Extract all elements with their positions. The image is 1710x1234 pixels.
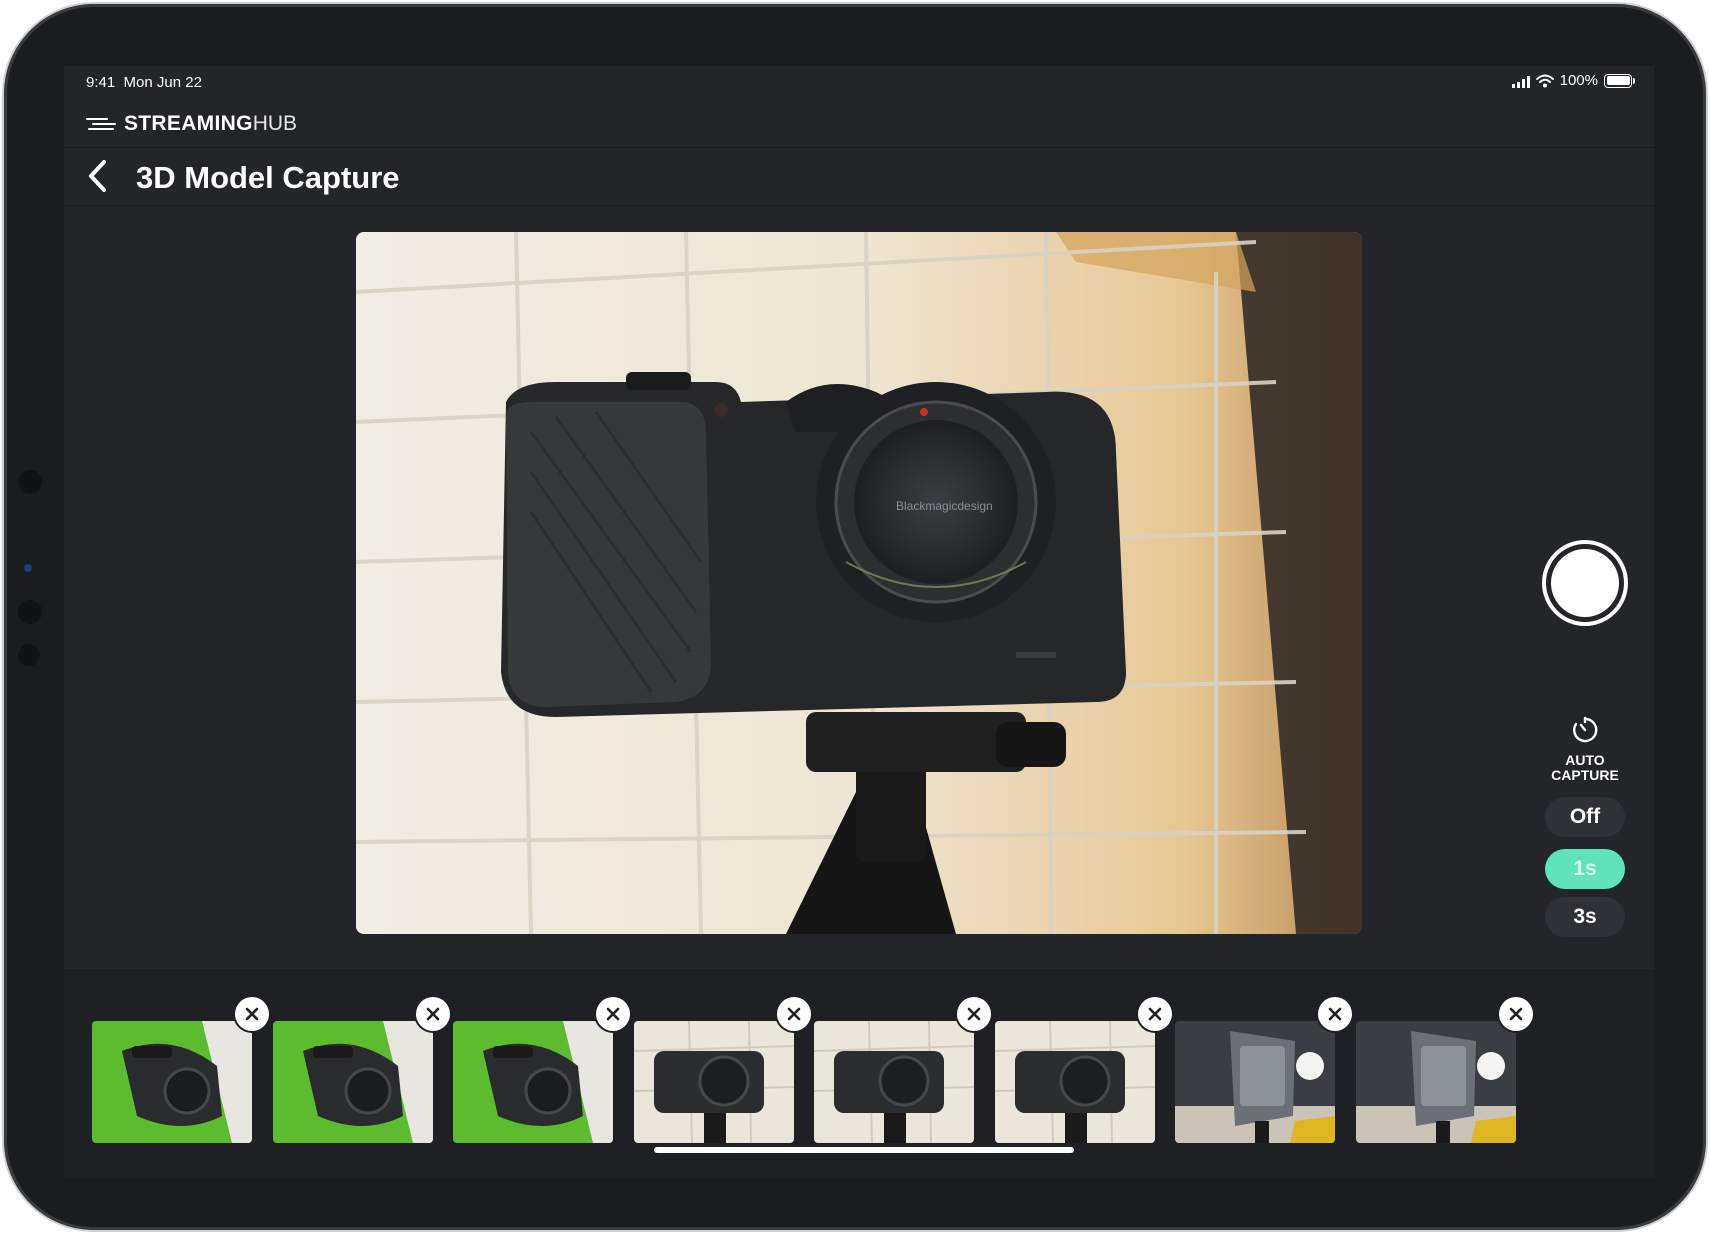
- captured-photo-thumbnail[interactable]: [453, 1021, 613, 1143]
- captured-photo-thumbnail[interactable]: [995, 1021, 1155, 1143]
- status-bar: 9:41 Mon Jun 22 100%: [64, 66, 1654, 102]
- remove-photo-button[interactable]: [1499, 997, 1533, 1031]
- captured-photo-thumbnail[interactable]: [814, 1021, 974, 1143]
- close-icon: [1328, 1007, 1342, 1021]
- shutter-button[interactable]: [1542, 540, 1628, 626]
- captured-photo-thumbnail[interactable]: [1356, 1021, 1516, 1143]
- remove-photo-button[interactable]: [235, 997, 269, 1031]
- home-indicator[interactable]: [654, 1147, 1074, 1153]
- remove-photo-button[interactable]: [957, 997, 991, 1031]
- remove-photo-button[interactable]: [777, 997, 811, 1031]
- auto-capture-option-off[interactable]: Off: [1545, 797, 1625, 837]
- close-icon: [787, 1007, 801, 1021]
- page-title: 3D Model Capture: [136, 160, 400, 195]
- close-icon: [967, 1007, 981, 1021]
- thumbnail-image: [634, 1021, 794, 1143]
- status-time: 9:41 Mon Jun 22: [86, 74, 202, 91]
- remove-photo-button[interactable]: [1318, 997, 1352, 1031]
- streaming-hub-logo: STREAMINGHUB: [86, 112, 297, 136]
- side-button-middle: [18, 600, 42, 624]
- title-bar: 3D Model Capture: [64, 148, 1654, 206]
- battery-percent: 100%: [1559, 72, 1598, 89]
- camera-dot: [24, 564, 32, 572]
- auto-capture-label-line2: CAPTURE: [1551, 767, 1619, 783]
- side-button-bottom: [18, 644, 40, 666]
- brand-light-text: HUB: [252, 112, 298, 135]
- captured-photo-thumbnail[interactable]: [273, 1021, 433, 1143]
- brand-bar: STREAMINGHUB: [64, 102, 1654, 148]
- back-button[interactable]: [78, 156, 118, 196]
- camera-preview-image: Blackmagicdesign: [356, 232, 1362, 934]
- auto-capture-label-line1: AUTO: [1565, 752, 1605, 768]
- battery-icon: [1604, 73, 1635, 88]
- auto-capture-label: AUTO CAPTURE: [1530, 753, 1640, 783]
- remove-photo-button[interactable]: [596, 997, 630, 1031]
- auto-capture-option-3s[interactable]: 3s: [1545, 897, 1625, 937]
- shutter-button-inner: [1551, 549, 1619, 617]
- remove-photo-button[interactable]: [1138, 997, 1172, 1031]
- captured-photo-thumbnail[interactable]: [92, 1021, 252, 1143]
- app-screen: 9:41 Mon Jun 22 100% STREAMINGHUB 3D Mod…: [64, 66, 1654, 1178]
- thumbnail-image: [92, 1021, 252, 1143]
- close-icon: [1148, 1007, 1162, 1021]
- captured-photo-thumbnail[interactable]: [634, 1021, 794, 1143]
- thumbnail-image: [1175, 1021, 1335, 1143]
- logo-lines-icon: [86, 117, 116, 131]
- close-icon: [606, 1007, 620, 1021]
- captured-photo-thumbnail[interactable]: [1175, 1021, 1335, 1143]
- cellular-signal-icon: [1511, 74, 1530, 88]
- ipad-frame: 9:41 Mon Jun 22 100% STREAMINGHUB 3D Mod…: [4, 4, 1706, 1230]
- auto-capture-option-1s[interactable]: 1s: [1545, 849, 1625, 889]
- timer-icon: [1573, 716, 1598, 743]
- close-icon: [1509, 1007, 1523, 1021]
- side-button-top: [18, 470, 42, 494]
- thumbnail-image: [814, 1021, 974, 1143]
- remove-photo-button[interactable]: [416, 997, 450, 1031]
- status-time-text: 9:41: [86, 74, 116, 91]
- brand-strong-text: STREAMING: [124, 112, 253, 135]
- thumbnail-image: [273, 1021, 433, 1143]
- thumbnail-image: [453, 1021, 613, 1143]
- svg-text:Blackmagicdesign: Blackmagicdesign: [896, 499, 993, 513]
- status-indicators: 100%: [1511, 72, 1635, 89]
- wifi-icon: [1535, 74, 1554, 87]
- close-icon: [426, 1007, 440, 1021]
- chevron-left-icon: [89, 160, 106, 192]
- thumbnail-image: [995, 1021, 1155, 1143]
- close-icon: [245, 1007, 259, 1021]
- status-date-text: Mon Jun 22: [123, 74, 202, 91]
- auto-capture-panel: AUTO CAPTURE Off 1s 3s: [1530, 716, 1640, 937]
- camera-viewfinder[interactable]: Blackmagicdesign: [356, 232, 1362, 934]
- thumbnail-image: [1356, 1021, 1516, 1143]
